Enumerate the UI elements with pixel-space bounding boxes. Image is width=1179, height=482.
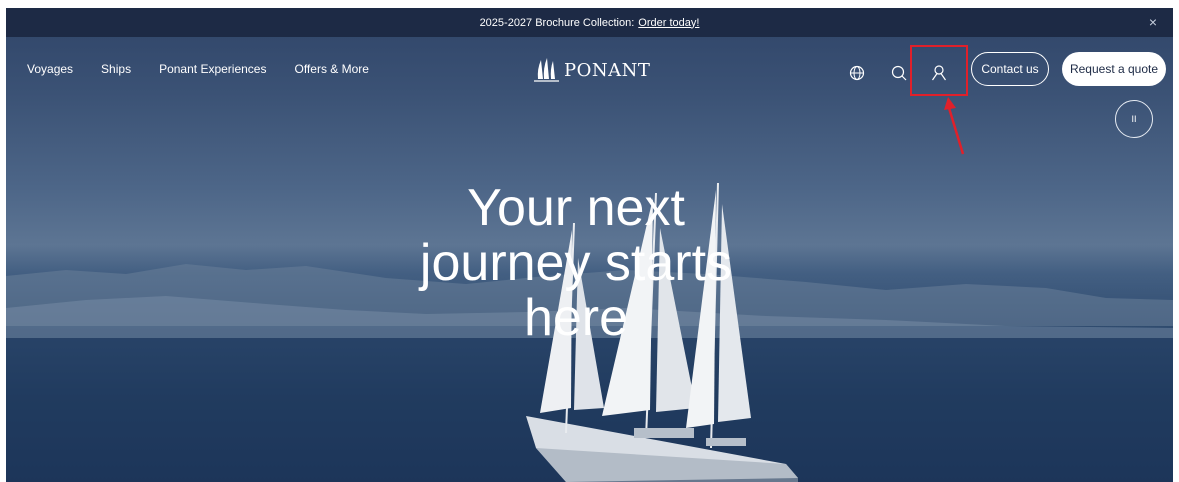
announcement-text: 2025-2027 Brochure Collection: (479, 16, 635, 29)
nav-links: Voyages Ships Ponant Experiences Offers … (27, 62, 369, 76)
hero-title: Your next journey starts here (419, 179, 733, 347)
page-frame: 2025-2027 Brochure Collection: Order tod… (6, 8, 1173, 482)
search-icon[interactable] (888, 62, 910, 84)
globe-icon[interactable] (846, 62, 868, 84)
order-today-link[interactable]: Order today! (638, 17, 699, 29)
annotation-arrow-icon (944, 97, 965, 155)
logo-sails-icon (534, 58, 559, 82)
nav-offers-more[interactable]: Offers & More (294, 62, 368, 76)
logo-text: PONANT (564, 59, 651, 81)
pause-video-button[interactable]: II (1115, 100, 1153, 138)
close-icon[interactable]: × (1145, 14, 1161, 30)
request-quote-button[interactable]: Request a quote (1062, 52, 1166, 86)
announcement-bar: 2025-2027 Brochure Collection: Order tod… (6, 8, 1173, 37)
account-highlight-box (910, 45, 968, 96)
contact-us-button[interactable]: Contact us (971, 52, 1049, 86)
nav-ships[interactable]: Ships (101, 62, 131, 76)
nav-voyages[interactable]: Voyages (27, 62, 73, 76)
ponant-logo[interactable]: PONANT (532, 57, 650, 83)
nav-ponant-experiences[interactable]: Ponant Experiences (159, 62, 266, 76)
